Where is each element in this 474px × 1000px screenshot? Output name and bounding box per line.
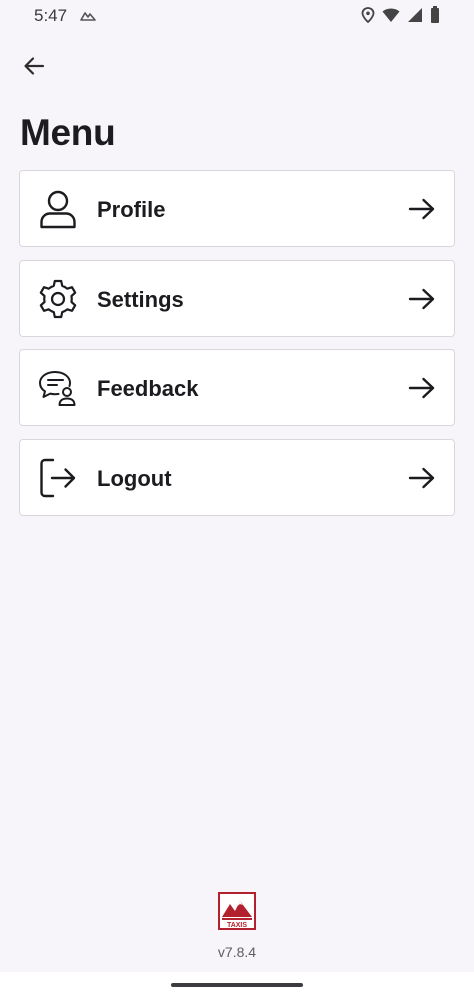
menu-item-feedback[interactable]: Feedback xyxy=(19,349,455,426)
menu-item-label: Settings xyxy=(97,286,184,312)
signal-icon xyxy=(407,7,423,28)
gear-icon xyxy=(38,279,78,319)
logo-text: TAXIS xyxy=(227,922,247,929)
taxis-logo: TAXIS xyxy=(218,892,256,930)
menu-item-logout[interactable]: Logout xyxy=(19,438,455,516)
menu-item-label: Feedback xyxy=(97,376,199,401)
person-icon xyxy=(38,189,78,229)
mountain-notification-icon xyxy=(80,9,96,27)
wifi-icon xyxy=(382,7,400,28)
menu-item-profile[interactable]: Profile xyxy=(19,170,455,247)
app-version: v7.8.4 xyxy=(217,944,257,960)
menu-item-label: Logout xyxy=(97,465,172,491)
arrow-left-icon xyxy=(22,54,46,83)
arrow-right-icon xyxy=(408,466,436,490)
arrow-right-icon xyxy=(408,376,436,400)
location-icon xyxy=(361,6,375,28)
menu-screen: 5:47 Menu Profile Settings Feedback Logo… xyxy=(0,0,474,1000)
arrow-right-icon xyxy=(408,197,436,221)
gesture-handle[interactable] xyxy=(171,983,303,987)
page-title: Menu xyxy=(20,112,116,153)
back-button[interactable] xyxy=(18,52,50,84)
status-time: 5:47 xyxy=(34,6,68,25)
navigation-bar xyxy=(0,972,474,1000)
menu-list: Profile Settings Feedback Logout xyxy=(19,170,455,528)
menu-item-settings[interactable]: Settings xyxy=(19,259,455,337)
battery-icon xyxy=(430,6,440,28)
logout-icon xyxy=(38,458,78,498)
menu-item-label: Profile xyxy=(97,197,166,222)
status-bar: 5:47 xyxy=(0,0,474,32)
status-icons xyxy=(361,6,440,28)
chat-person-icon xyxy=(38,368,78,408)
arrow-right-icon xyxy=(408,287,436,311)
